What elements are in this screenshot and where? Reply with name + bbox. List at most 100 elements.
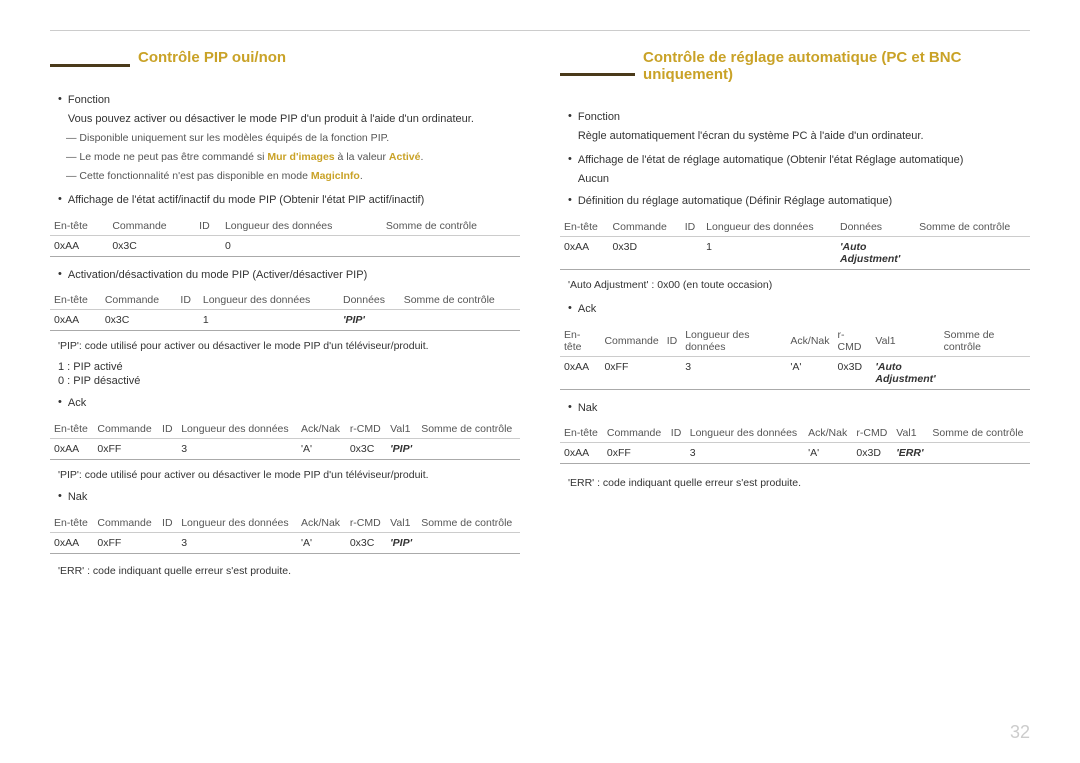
nak-bullet: • Nak [58,489,520,506]
td-0x3D: 0x3D [834,356,872,389]
bullet-dot-r4: • [568,302,572,314]
table-3: En-tête Commande ID Longueur des données… [50,420,520,460]
td-3: 3 [681,356,786,389]
td-1: 1 [702,236,836,269]
bullet-dot-r3: • [568,194,572,206]
pip-note-1: 'PIP': code utilisé pour activer ou désa… [58,339,520,355]
right-fonction-item: • Fonction Règle automatiquement l'écran… [568,109,1030,144]
th-entete: En-tête [560,424,603,443]
right-err-note: 'ERR' : code indiquant quelle erreur s'e… [568,476,1030,492]
right-affichage-text: Affichage de l'état de réglage automatiq… [578,152,964,187]
th-longueur: Longueur des données [177,514,297,533]
right-table-2: En-tête Commande ID Longueur des données… [560,326,1030,390]
right-title-bar: Contrôle de réglage automatique (PC et B… [560,49,1030,99]
th-commande: Commande [93,420,158,439]
td-somme [915,236,1030,269]
table-row: 0xAA 0xFF 3 'A' 0x3C 'PIP' [50,438,520,459]
td-somme [417,438,520,459]
bullet-dot-4: • [58,396,62,408]
th-commande: Commande [609,218,681,237]
th-acknak: Ack/Nak [786,326,833,357]
table-row: 0xAA 0xFF 3 'A' 0x3D 'AutoAdjustment' [560,356,1030,389]
fonction-label: Fonction Vous pouvez activer ou désactiv… [68,92,474,127]
table-row: 0xAA 0xFF 3 'A' 0x3D 'ERR' [560,443,1030,464]
page-number: 32 [1010,722,1030,743]
th-commande: Commande [600,326,662,357]
td-pip-bold: 'PIP' [339,310,400,331]
sub-note-1: Disponible uniquement sur les modèles éq… [66,131,520,147]
td-0xAA: 0xAA [50,438,93,459]
td-0: 0 [221,235,382,256]
th-acknak: Ack/Nak [297,514,346,533]
left-column: Contrôle PIP oui/non • Fonction Vous pou… [50,49,520,586]
td-0xAA: 0xAA [50,235,108,256]
th-donnees: Données [339,291,400,310]
bullet-dot-r1: • [568,110,572,122]
td-0xFF: 0xFF [603,443,667,464]
td-id [663,356,682,389]
td-3: 3 [177,438,297,459]
ack-label: Ack [68,395,86,412]
table-4: En-tête Commande ID Longueur des données… [50,514,520,554]
fonction-item: • Fonction Vous pouvez activer ou désact… [58,92,520,127]
td-0x3C: 0x3C [101,310,177,331]
th-id: ID [158,420,177,439]
right-table-1: En-tête Commande ID Longueur des données… [560,218,1030,270]
td-0x3C: 0x3C [108,235,195,256]
th-entete: En-tête [560,218,609,237]
td-somme [417,532,520,553]
th-id: ID [158,514,177,533]
th-somme: Somme de contrôle [417,514,520,533]
td-0xAA: 0xAA [560,443,603,464]
td-pip-val2: 'PIP' [386,532,417,553]
td-somme [382,235,520,256]
td-autoadj: 'AutoAdjustment' [836,236,915,269]
td-somme [400,310,520,331]
th-val1: Val1 [892,424,928,443]
th-somme: Somme de contrôle [382,217,520,236]
td-1: 1 [199,310,339,331]
td-0xAA: 0xAA [50,532,93,553]
th-acknak: Ack/Nak [297,420,346,439]
th-donnees: Données [836,218,915,237]
th-id: ID [663,326,682,357]
pip-on: 1 : PIP activé [58,361,520,373]
th-longueur: Longueur des données [221,217,382,236]
th-entete: En-tête [50,217,108,236]
bullet-dot-r5: • [568,401,572,413]
td-id [667,443,686,464]
right-title-bar-accent [560,73,635,76]
th-val1: Val1 [386,420,417,439]
table-row: 0xAA 0x3C 1 'PIP' [50,310,520,331]
affichage-text: Affichage de l'état actif/inactif du mod… [68,192,424,209]
th-commande: Commande [93,514,158,533]
td-0xAA: 0xAA [50,310,101,331]
td-somme [940,356,1030,389]
bullet-dot-5: • [58,490,62,502]
td-somme [928,443,1030,464]
left-err-note: 'ERR' : code indiquant quelle erreur s'e… [58,564,520,580]
bullet-dot-2: • [58,193,62,205]
right-ack-label: Ack [578,301,596,318]
td-id [158,438,177,459]
th-longueur: Longueur des données [199,291,339,310]
td-0x3C: 0x3C [346,532,386,553]
sub-note-2: Le mode ne peut pas être commandé si Mur… [66,150,520,166]
th-longueur: Longueur des données [681,326,786,357]
td-pip-val: 'PIP' [386,438,417,459]
th-somme: Somme de contrôle [928,424,1030,443]
table-row: 0xAA 0xFF 3 'A' 0x3C 'PIP' [50,532,520,553]
td-id [681,236,702,269]
th-val1: Val1 [871,326,939,357]
th-id: ID [681,218,702,237]
right-definition-text: Définition du réglage automatique (Défin… [578,193,892,210]
right-nak-bullet: • Nak [568,400,1030,417]
td-A: 'A' [297,532,346,553]
right-section-title: Contrôle de réglage automatique (PC et B… [643,49,1030,87]
th-commande: Commande [108,217,195,236]
pip-note-2: 'PIP': code utilisé pour activer ou désa… [58,468,520,484]
bullet-dot-r2: • [568,153,572,165]
activation-text: Activation/désactivation du mode PIP (Ac… [68,267,367,284]
th-commande: Commande [101,291,177,310]
table-2: En-tête Commande ID Longueur des données… [50,291,520,331]
